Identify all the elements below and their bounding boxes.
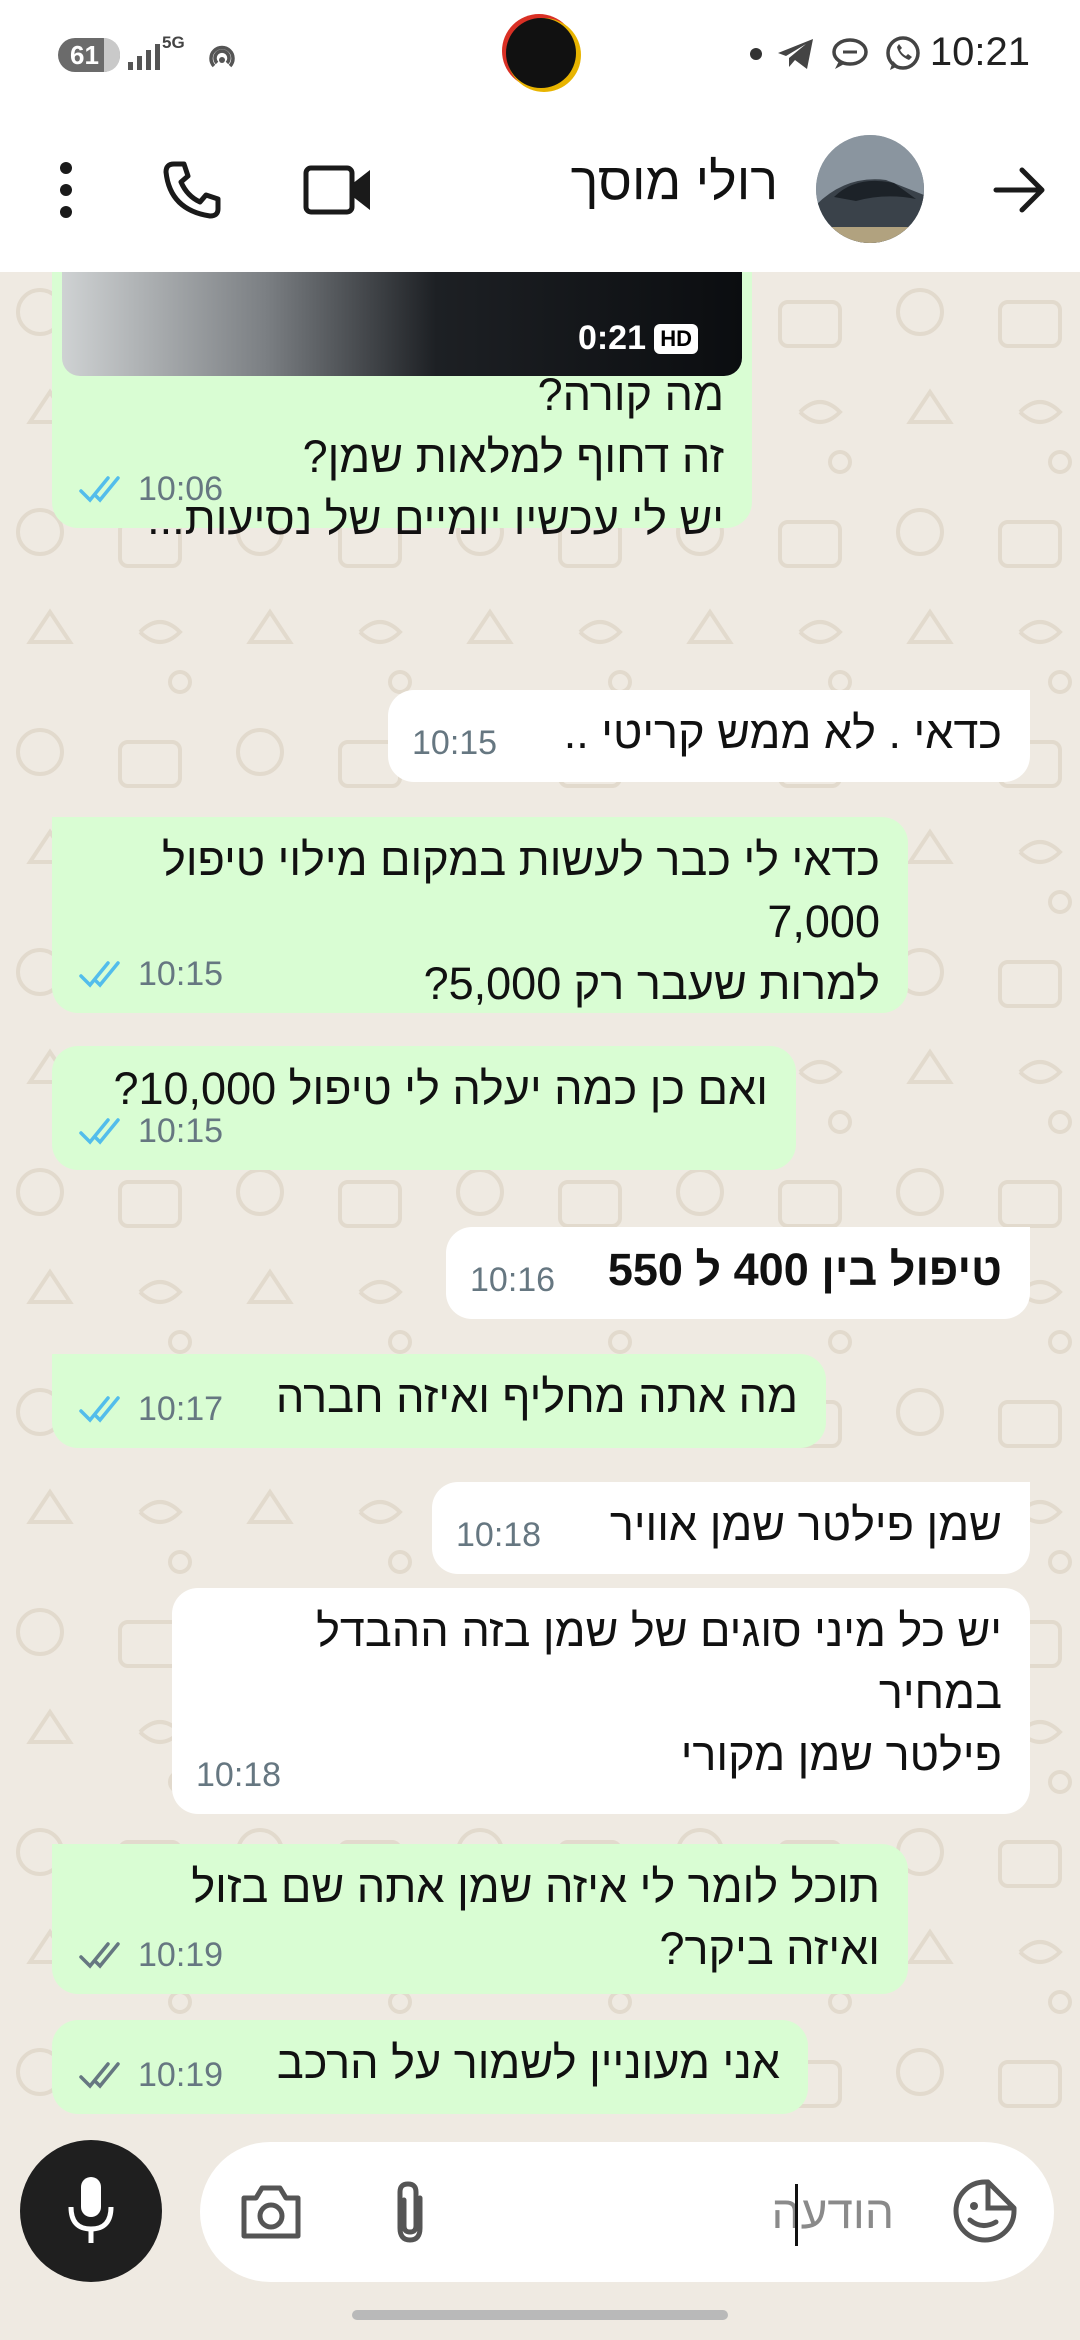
input-bar <box>0 2120 1080 2310</box>
chat-bubble-icon <box>832 38 868 69</box>
delivered-ticks-icon <box>79 1942 120 1969</box>
microphone-icon <box>68 2177 114 2243</box>
message-bubble-incoming[interactable]: יש כל מיני סוגים של שמן בזה ההבדל במחיר … <box>172 1588 1030 1814</box>
paperclip-icon[interactable] <box>386 2178 434 2246</box>
camera-icon[interactable] <box>238 2182 304 2242</box>
message-time: 10:19 <box>138 2056 224 2094</box>
chat-area[interactable]: מה קורה? זה דחוף למלאות שמן? יש לי עכשיו… <box>0 272 1080 2120</box>
message-text: שמן פילטר שמן אוויר <box>609 1499 1002 1550</box>
front-camera <box>506 18 576 88</box>
read-ticks-icon <box>79 476 120 503</box>
video-call-icon[interactable] <box>302 162 374 218</box>
message-time: 10:06 <box>138 470 224 508</box>
message-meta: 10:15 <box>78 1100 223 1162</box>
status-time: 10:21 <box>929 30 1030 74</box>
message-bubble-incoming[interactable]: כדאי . לא ממש קריטי .. 10:15 <box>388 690 1030 782</box>
contact-name[interactable]: רולי מוסך <box>571 152 778 212</box>
message-meta: 10:18 <box>196 1744 281 1806</box>
status-bar: 61 5G 10:21 <box>0 0 1080 110</box>
video-thumbnail[interactable]: 0:21 HD <box>62 272 742 376</box>
hotspot-icon <box>209 45 235 68</box>
message-bubble-outgoing[interactable]: מה אתה מחליף ואיזה חברה 10:17 <box>52 1354 826 1448</box>
notification-icons <box>750 35 922 73</box>
message-time: 10:16 <box>470 1261 556 1299</box>
video-duration: 0:21 <box>577 319 646 357</box>
battery-indicator: 61 <box>58 38 120 72</box>
navigation-area <box>0 2310 1080 2340</box>
text-caret <box>795 2184 798 2246</box>
car-photo <box>816 135 924 243</box>
telegram-icon <box>778 39 813 69</box>
signal-icon <box>128 42 160 70</box>
chat-header: רולי מוסך <box>0 110 1080 272</box>
message-meta: 10:16 <box>470 1249 555 1311</box>
message-time: 10:15 <box>138 955 224 993</box>
message-bubble-incoming[interactable]: שמן פילטר שמן אוויר 10:18 <box>432 1482 1030 1574</box>
battery-level: 61 <box>70 40 99 70</box>
whatsapp-icon <box>886 36 920 70</box>
read-ticks-icon <box>79 961 120 988</box>
message-meta: 10:15 <box>78 943 223 1005</box>
message-time: 10:18 <box>456 1516 542 1554</box>
message-bubble-outgoing[interactable]: ואם כן כמה יעלה לי טיפול 10,000? 10:15 <box>52 1046 796 1170</box>
sticker-icon[interactable] <box>952 2178 1018 2244</box>
message-time: 10:18 <box>196 1756 282 1794</box>
hd-badge: HD <box>654 324 698 354</box>
message-bubble-outgoing[interactable]: כדאי לי כבר לעשות במקום מילוי טיפול 7,00… <box>52 817 908 1013</box>
message-field[interactable] <box>200 2142 1054 2282</box>
message-bubble-incoming[interactable]: טיפול בין 400 ל 550 10:16 <box>446 1227 1030 1319</box>
message-time: 10:15 <box>412 724 498 762</box>
message-text: מה קורה? זה דחוף למלאות שמן? יש לי עכשיו… <box>147 369 724 544</box>
message-time: 10:19 <box>138 1936 224 1974</box>
message-meta: 10:19 <box>78 1924 223 1986</box>
message-bubble-outgoing[interactable]: אני מעוניין לשמור על הרכב 10:19 <box>52 2020 808 2114</box>
message-bubble-outgoing[interactable]: תוכל לומר לי איזה שמן אתה שם בזול ואיזה … <box>52 1844 908 1994</box>
avatar[interactable] <box>816 135 924 243</box>
message-meta: 10:15 <box>412 712 497 774</box>
network-type: 5G <box>162 33 185 52</box>
message-meta: 10:17 <box>78 1378 223 1440</box>
read-ticks-icon <box>79 1118 120 1145</box>
message-meta: 10:06 <box>78 458 223 520</box>
notification-dot-icon <box>750 48 762 60</box>
read-ticks-icon <box>79 1396 120 1423</box>
more-vert-icon[interactable] <box>56 160 76 220</box>
message-meta: 10:18 <box>456 1504 541 1566</box>
message-text: תוכל לומר לי איזה שמן אתה שם בזול ואיזה … <box>191 1861 880 1974</box>
home-indicator[interactable] <box>352 2310 728 2320</box>
mic-button[interactable] <box>20 2140 162 2282</box>
message-time: 10:17 <box>138 1390 224 1428</box>
phone-icon[interactable] <box>160 158 224 222</box>
message-text: כדאי . לא ממש קריטי .. <box>563 707 1002 758</box>
message-meta: 10:19 <box>78 2044 223 2106</box>
delivered-ticks-icon <box>79 2062 120 2089</box>
message-text: יש כל מיני סוגים של שמן בזה ההבדל במחיר … <box>316 1605 1002 1780</box>
arrow-right-icon[interactable] <box>990 160 1050 220</box>
message-time: 10:15 <box>138 1112 224 1150</box>
message-input[interactable] <box>474 2184 894 2240</box>
